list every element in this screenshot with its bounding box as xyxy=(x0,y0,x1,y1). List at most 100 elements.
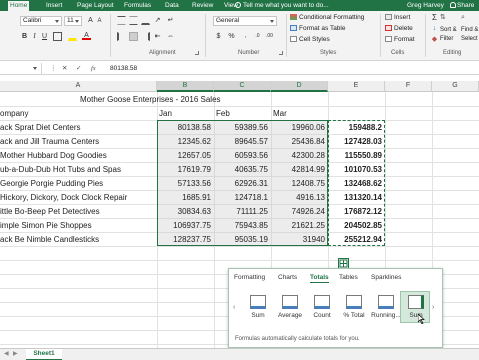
insert-cells-button[interactable]: Insert xyxy=(385,13,410,22)
feb-value[interactable]: 40635.75 xyxy=(214,163,268,176)
header-company[interactable]: ompany xyxy=(0,107,155,120)
qa-option-running-total[interactable]: Running... xyxy=(370,291,401,323)
find-select-button[interactable]: Find & Select xyxy=(461,26,478,44)
prev-sheet-icon[interactable]: ◀ xyxy=(4,350,9,357)
mar-value[interactable]: 25436.84 xyxy=(271,135,325,148)
mar-value[interactable]: 4916.13 xyxy=(271,191,325,204)
decrease-decimal-icon[interactable]: .00 xyxy=(265,32,274,41)
total-value[interactable]: 255212.94 xyxy=(328,233,382,246)
jan-value[interactable]: 106937.75 xyxy=(157,219,211,232)
formula-input[interactable]: 80138.58 xyxy=(110,63,137,74)
align-left-icon[interactable] xyxy=(117,32,126,41)
fill-down-icon[interactable]: ↓ xyxy=(430,24,439,33)
cell-styles-button[interactable]: Cell Styles xyxy=(290,35,330,44)
alignment-launcher-icon[interactable] xyxy=(195,51,199,55)
conditional-formatting-button[interactable]: Conditional Formatting xyxy=(290,13,364,22)
qa-option-sum-columns[interactable]: Sum xyxy=(400,291,430,324)
company-name[interactable]: ittle Bo-Beep Pet Detectives xyxy=(0,205,155,218)
format-as-table-button[interactable]: Format as Table xyxy=(290,24,345,33)
mar-value[interactable]: 12408.75 xyxy=(271,177,325,190)
sheet-title[interactable]: Mother Goose Enterprises - 2016 Sales xyxy=(80,93,300,106)
insert-function-icon[interactable]: fx xyxy=(91,63,96,74)
total-value[interactable]: 127428.03 xyxy=(328,135,382,148)
clear-icon[interactable]: ◆ xyxy=(430,35,439,44)
tab-review[interactable]: Review xyxy=(190,1,215,11)
sheet-tab-sheet1[interactable]: Sheet1 xyxy=(26,349,62,360)
header-jan[interactable]: Jan xyxy=(159,107,209,120)
top-align-icon[interactable] xyxy=(117,16,126,25)
qa-option-count[interactable]: Count xyxy=(306,291,336,323)
feb-value[interactable]: 95035.19 xyxy=(214,233,268,246)
jan-value[interactable]: 17619.79 xyxy=(157,163,211,176)
mar-value[interactable]: 19960.06 xyxy=(271,121,325,134)
header-feb[interactable]: Feb xyxy=(216,107,266,120)
total-value[interactable]: 204502.85 xyxy=(328,219,382,232)
font-size-dropdown[interactable]: 11 xyxy=(64,16,82,26)
jan-value[interactable]: 57133.56 xyxy=(157,177,211,190)
mar-value[interactable]: 21621.25 xyxy=(271,219,325,232)
number-format-dropdown[interactable]: General xyxy=(213,16,277,26)
delete-cells-button[interactable]: Delete xyxy=(385,24,413,33)
bottom-align-icon[interactable] xyxy=(141,16,150,25)
enter-icon[interactable]: ✓ xyxy=(76,63,81,74)
decrease-indent-icon[interactable]: ⇤ xyxy=(153,32,162,41)
mar-value[interactable]: 42300.28 xyxy=(271,149,325,162)
qa-tab-totals[interactable]: Totals xyxy=(310,273,329,283)
feb-value[interactable]: 60593.56 xyxy=(214,149,268,162)
qa-tab-sparklines[interactable]: Sparklines xyxy=(371,273,401,282)
qa-tab-tables[interactable]: Tables xyxy=(339,273,358,282)
wrap-text-icon[interactable]: ↵ xyxy=(166,16,175,25)
company-name[interactable]: Hickory, Dickory, Dock Clock Repair xyxy=(0,191,155,204)
merge-cells-icon[interactable]: ⇔ xyxy=(166,32,175,41)
number-launcher-icon[interactable] xyxy=(279,51,283,55)
qa-tab-charts[interactable]: Charts xyxy=(278,273,297,282)
tab-insert[interactable]: Insert xyxy=(44,1,64,11)
next-sheet-icon[interactable]: ▶ xyxy=(13,350,18,357)
column-header-g[interactable]: G xyxy=(432,81,479,92)
jan-value[interactable]: 30834.63 xyxy=(157,205,211,218)
feb-value[interactable]: 75943.85 xyxy=(214,219,268,232)
middle-align-icon[interactable] xyxy=(129,16,138,25)
tab-home[interactable]: Home xyxy=(8,1,30,11)
column-header-e[interactable]: E xyxy=(328,81,385,92)
sort-filter-button[interactable]: Sort & Filter xyxy=(440,26,457,44)
scroll-right-icon[interactable]: › xyxy=(432,304,434,311)
total-value[interactable]: 176872.12 xyxy=(328,205,382,218)
company-name[interactable]: ack and Jill Trauma Centers xyxy=(0,135,155,148)
jan-value[interactable]: 12657.05 xyxy=(157,149,211,162)
format-cells-button[interactable]: Format xyxy=(385,35,415,44)
company-name[interactable]: imple Simon Pie Shoppes xyxy=(0,219,155,232)
percent-style-icon[interactable]: % xyxy=(227,32,236,41)
fill-color-icon[interactable] xyxy=(68,32,77,41)
font-color-icon[interactable]: A xyxy=(82,31,91,40)
italic-icon[interactable]: I xyxy=(30,32,39,41)
font-name-dropdown[interactable]: Calibri xyxy=(20,16,62,26)
feb-value[interactable]: 124718.1 xyxy=(214,191,268,204)
qa-option-average[interactable]: Average xyxy=(274,291,304,323)
feb-value[interactable]: 59389.56 xyxy=(214,121,268,134)
jan-value[interactable]: 128237.75 xyxy=(157,233,211,246)
share-button[interactable]: Share xyxy=(450,1,474,10)
orientation-icon[interactable]: ↗ xyxy=(153,16,162,25)
total-value[interactable]: 159488.2 xyxy=(328,121,382,134)
qa-option-sum-rows[interactable]: Sum xyxy=(242,291,272,323)
column-header-f[interactable]: F xyxy=(385,81,432,92)
column-header-b[interactable]: B xyxy=(157,81,214,92)
align-right-icon[interactable] xyxy=(141,32,150,41)
shrink-font-icon[interactable]: A xyxy=(95,17,104,26)
tell-me-box[interactable]: Tell me what you want to do... xyxy=(235,1,329,10)
column-header-c[interactable]: C xyxy=(214,81,271,92)
name-box[interactable] xyxy=(0,63,42,74)
tab-page-layout[interactable]: Page Layout xyxy=(75,1,116,11)
company-name[interactable]: Mother Hubbard Dog Goodies xyxy=(0,149,155,162)
mar-value[interactable]: 31940 xyxy=(271,233,325,246)
increase-decimal-icon[interactable]: .0 xyxy=(253,32,262,41)
total-value[interactable]: 131320.14 xyxy=(328,191,382,204)
tab-formulas[interactable]: Formulas xyxy=(122,1,153,11)
company-name[interactable]: ub-a-Dub-Dub Hot Tubs and Spas xyxy=(0,163,155,176)
column-header-d[interactable]: D xyxy=(271,81,328,92)
company-name[interactable]: ack Sprat Diet Centers xyxy=(0,121,155,134)
accounting-format-icon[interactable]: $ xyxy=(214,32,223,41)
grow-font-icon[interactable]: A xyxy=(86,16,95,25)
cancel-icon[interactable]: ✕ xyxy=(62,63,67,74)
